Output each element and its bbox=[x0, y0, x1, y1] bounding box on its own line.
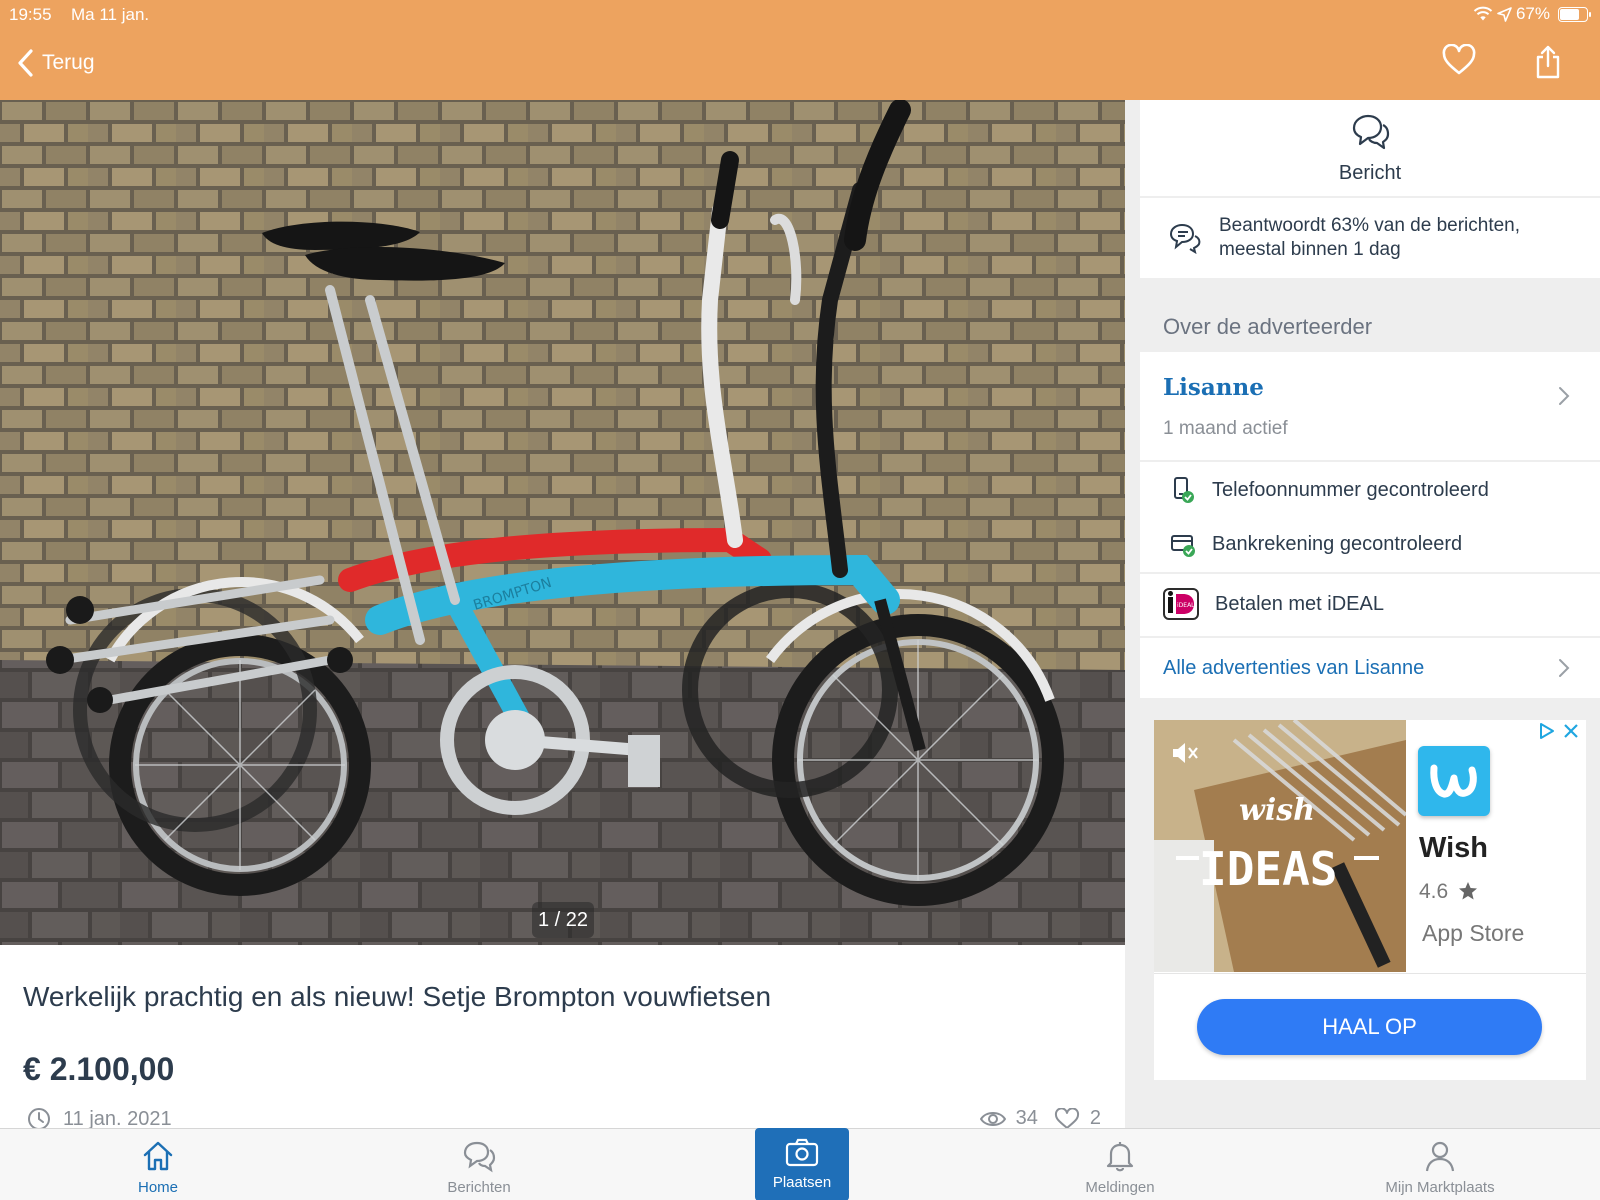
reply-rate-card: Beantwoordt 63% van de berichten, meesta… bbox=[1140, 198, 1600, 278]
svg-text:iDEAL: iDEAL bbox=[1177, 602, 1195, 609]
nav-home-label: Home bbox=[137, 1179, 178, 1196]
listing-price: € 2.100,00 bbox=[23, 1051, 175, 1087]
wifi-icon bbox=[1473, 6, 1493, 21]
nav-place-button[interactable]: Plaatsen bbox=[755, 1128, 849, 1200]
ideal-logo-icon: iDEAL bbox=[1163, 588, 1199, 620]
message-button[interactable]: Bericht bbox=[1140, 100, 1600, 196]
verified-bank-text: Bankrekening gecontroleerd bbox=[1212, 532, 1463, 555]
back-label: Terug bbox=[42, 51, 95, 74]
views-count: 34 bbox=[1015, 1107, 1038, 1129]
reply-rate-icon bbox=[1169, 223, 1201, 254]
verifications: Telefoonnummer gecontroleerd Bankrekenin… bbox=[1140, 462, 1600, 572]
ad-get-button[interactable]: HAAL OP bbox=[1197, 999, 1542, 1055]
bell-icon bbox=[1106, 1142, 1134, 1172]
likes-count: 2 bbox=[1089, 1107, 1101, 1129]
advertiser-name: Lisanne bbox=[1163, 374, 1264, 401]
battery-percentage: 67% bbox=[1515, 4, 1550, 23]
wish-logo-icon bbox=[1418, 746, 1490, 816]
ideal-payment: iDEAL Betalen met iDEAL bbox=[1140, 574, 1600, 636]
nav-notifications-label: Meldingen bbox=[1085, 1179, 1155, 1196]
ad-image-text-ideas: IDEAS bbox=[1199, 842, 1337, 896]
status-date: Ma 11 jan. bbox=[71, 5, 150, 24]
ideal-text: Betalen met iDEAL bbox=[1215, 592, 1384, 615]
camera-icon bbox=[785, 1138, 819, 1167]
top-bar: 19:55 Ma 11 jan. 67% Terug bbox=[0, 0, 1600, 100]
advertisement[interactable]: wish IDEAS Wish 4.6 App Store HAAL OP bbox=[1154, 720, 1586, 1080]
ad-rating: 4.6 bbox=[1419, 880, 1478, 904]
home-icon bbox=[143, 1141, 173, 1171]
verified-bank-row: Bankrekening gecontroleerd bbox=[1170, 530, 1462, 558]
ad-store: App Store bbox=[1422, 920, 1525, 946]
status-time: 19:55 bbox=[9, 5, 52, 24]
star-icon bbox=[1459, 882, 1478, 900]
chevron-right-icon bbox=[1559, 387, 1570, 405]
listing-title: Werkelijk prachtig en als nieuw! Setje B… bbox=[23, 981, 772, 1012]
phone-check-icon bbox=[1174, 477, 1194, 503]
listing-stats: 34 2 bbox=[979, 1107, 1101, 1130]
reply-rate-text: Beantwoordt 63% van de berichten, meesta… bbox=[1219, 215, 1521, 260]
nav-home[interactable]: Home bbox=[78, 1129, 238, 1200]
advertiser-profile[interactable]: Lisanne 1 maand actief bbox=[1140, 352, 1600, 460]
nav-place-label: Plaatsen bbox=[772, 1174, 832, 1191]
heart-icon[interactable] bbox=[1441, 44, 1477, 76]
all-ads-link[interactable]: Alle advertenties van Lisanne bbox=[1140, 638, 1600, 698]
chat-icon bbox=[1352, 114, 1390, 150]
bicycle-photo-illustration: BROMPTON bbox=[0, 100, 1125, 945]
listing-info: Werkelijk prachtig en als nieuw! Setje B… bbox=[0, 945, 1125, 1130]
ad-divider bbox=[1154, 973, 1586, 974]
person-icon bbox=[1425, 1141, 1455, 1172]
close-icon[interactable] bbox=[1562, 722, 1580, 740]
advertiser-section-title: Over de adverteerder bbox=[1163, 314, 1373, 339]
message-label: Bericht bbox=[1338, 162, 1402, 184]
verified-phone-text: Telefoonnummer gecontroleerd bbox=[1212, 478, 1489, 501]
back-chevron-icon bbox=[18, 49, 33, 77]
bottom-navigation: Home Berichten Plaatsen Meldingen Mijn M… bbox=[0, 1128, 1600, 1200]
advertiser-active: 1 maand actief bbox=[1163, 418, 1288, 439]
nav-my-label: Mijn Marktplaats bbox=[1385, 1179, 1495, 1196]
battery-icon bbox=[1558, 6, 1591, 22]
nav-notifications[interactable]: Meldingen bbox=[1040, 1129, 1200, 1200]
back-button[interactable]: Terug bbox=[16, 48, 95, 78]
messages-icon bbox=[463, 1141, 496, 1173]
status-indicators: 67% bbox=[1473, 4, 1591, 24]
ad-app-name: Wish bbox=[1419, 832, 1489, 864]
bank-check-icon bbox=[1171, 535, 1195, 557]
listing-photo[interactable]: BROMPTON bbox=[0, 100, 1125, 945]
ad-image[interactable]: wish IDEAS bbox=[1154, 720, 1406, 972]
nav-my-marktplaats[interactable]: Mijn Marktplaats bbox=[1360, 1129, 1520, 1200]
mute-icon[interactable] bbox=[1170, 740, 1200, 766]
nav-messages[interactable]: Berichten bbox=[399, 1129, 559, 1200]
verified-phone-row: Telefoonnummer gecontroleerd bbox=[1170, 476, 1489, 504]
ad-image-text-wish: wish bbox=[1239, 793, 1315, 828]
ideal-row: iDEAL Betalen met iDEAL bbox=[1163, 588, 1384, 620]
photo-counter: 1 / 22 bbox=[532, 902, 594, 938]
heart-outline-icon[interactable] bbox=[1054, 1107, 1080, 1130]
eye-icon bbox=[979, 1111, 1006, 1126]
location-icon bbox=[1497, 6, 1512, 22]
ad-rating-value: 4.6 bbox=[1419, 880, 1449, 903]
all-ads-text: Alle advertenties van Lisanne bbox=[1163, 657, 1425, 679]
chevron-right-icon bbox=[1559, 659, 1570, 677]
ad-controls bbox=[1538, 722, 1580, 740]
adchoices-icon[interactable] bbox=[1538, 722, 1556, 740]
nav-messages-label: Berichten bbox=[447, 1179, 511, 1196]
share-icon[interactable] bbox=[1534, 44, 1562, 80]
